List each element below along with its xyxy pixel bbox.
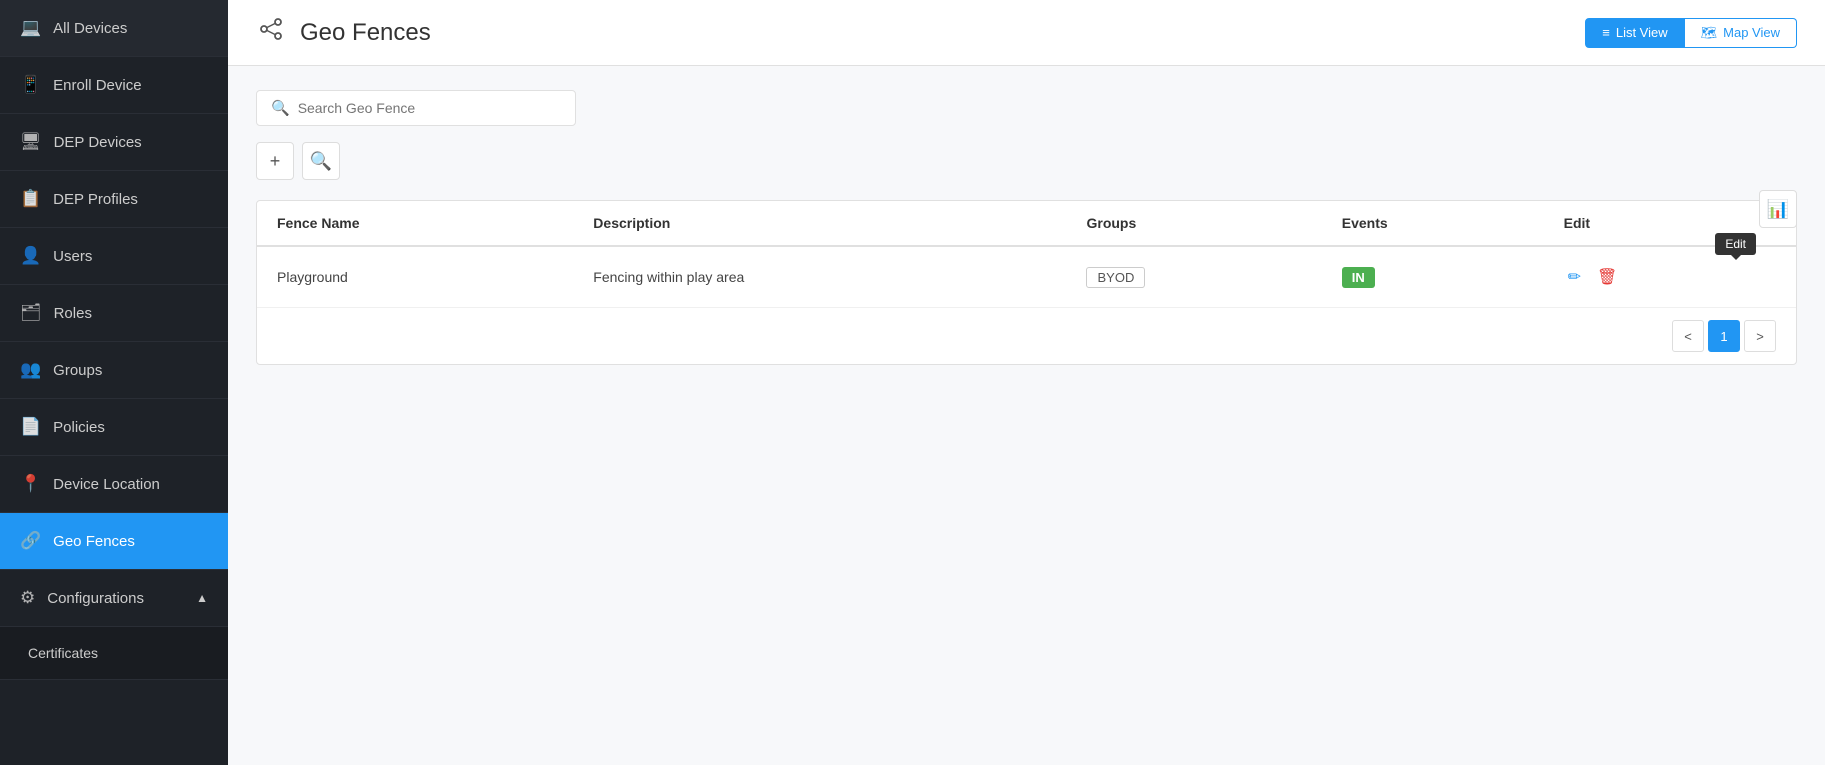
delete-button[interactable]: 🗑 — [1593, 263, 1621, 291]
sidebar-item-dep-devices[interactable]: 🖥 DEP Devices — [0, 114, 228, 171]
actions-cell: Edit ✏ 🗑 — [1544, 246, 1796, 307]
chart-icon: 📊 — [1767, 199, 1789, 220]
col-events: Events — [1322, 201, 1544, 246]
search-input[interactable] — [298, 100, 561, 116]
dep-profiles-icon: 📋 — [20, 189, 41, 209]
geo-fences-table: Fence Name Description Groups Events Edi… — [256, 200, 1797, 365]
page-1-label: 1 — [1720, 329, 1727, 344]
sidebar-item-policies[interactable]: 📄 Policies — [0, 399, 228, 456]
sidebar-item-geo-fences[interactable]: 🔗 Geo Fences — [0, 513, 228, 570]
add-button[interactable]: + — [256, 142, 294, 180]
sidebar-item-users[interactable]: 👤 Users — [0, 228, 228, 285]
description-cell: Fencing within play area — [573, 246, 1066, 307]
view-switcher: ≡ List View 🗺 Map View — [1585, 18, 1797, 48]
edit-icon: ✏ — [1568, 269, 1581, 286]
fence-name-cell: Playground — [257, 246, 573, 307]
search-button[interactable]: 🔍 — [302, 142, 340, 180]
policies-icon: 📄 — [20, 417, 41, 437]
search-icon: 🔍 — [271, 99, 290, 117]
content-area: 🔍 + 🔍 📊 Fen — [228, 66, 1825, 765]
search-bar: 🔍 — [256, 90, 576, 126]
location-icon: 📍 — [20, 474, 41, 494]
sidebar-item-dep-profiles[interactable]: 📋 DEP Profiles — [0, 171, 228, 228]
page-header: Geo Fences ≡ List View 🗺 Map View — [228, 0, 1825, 66]
col-groups: Groups — [1066, 201, 1321, 246]
table-row: Playground Fencing within play area BYOD… — [257, 246, 1796, 307]
events-cell: IN — [1322, 246, 1544, 307]
list-view-button[interactable]: ≡ List View — [1585, 18, 1684, 48]
page-title: Geo Fences — [256, 14, 431, 51]
sidebar-item-enroll-device[interactable]: 📱 Enroll Device — [0, 57, 228, 114]
next-page-button[interactable]: > — [1744, 320, 1776, 352]
sidebar-item-roles[interactable]: 🗂 Roles — [0, 285, 228, 342]
col-fence-name: Fence Name — [257, 201, 573, 246]
sidebar-item-configurations[interactable]: ⚙ Configurations ▲ — [0, 570, 228, 627]
dep-devices-icon: 🖥 — [20, 132, 42, 152]
roles-icon: 🗂 — [20, 303, 42, 323]
delete-icon: 🗑 — [1597, 269, 1617, 286]
sidebar-item-device-location[interactable]: 📍 Device Location — [0, 456, 228, 513]
next-icon: > — [1756, 329, 1764, 344]
utility-button[interactable]: 📊 — [1759, 190, 1797, 228]
byod-tag: BYOD — [1086, 267, 1145, 288]
main-content: Geo Fences ≡ List View 🗺 Map View 🔍 — [228, 0, 1825, 765]
list-icon: ≡ — [1602, 25, 1610, 40]
toolbar: + 🔍 — [256, 142, 1797, 180]
geo-fences-title-icon — [256, 14, 286, 51]
groups-cell: BYOD — [1066, 246, 1321, 307]
sidebar: 💻 All Devices 📱 Enroll Device 🖥 DEP Devi… — [0, 0, 228, 765]
sidebar-item-certificates[interactable]: Certificates — [0, 627, 228, 680]
search-btn-icon: 🔍 — [310, 151, 332, 172]
action-buttons: Edit ✏ 🗑 — [1564, 263, 1776, 291]
sidebar-item-groups[interactable]: 👥 Groups — [0, 342, 228, 399]
page-1-button[interactable]: 1 — [1708, 320, 1740, 352]
in-badge: IN — [1342, 267, 1375, 288]
map-icon: 🗺 — [1701, 25, 1718, 41]
prev-page-button[interactable]: < — [1672, 320, 1704, 352]
pagination: < 1 > — [257, 307, 1796, 364]
groups-icon: 👥 — [20, 360, 41, 380]
enroll-icon: 📱 — [20, 75, 41, 95]
devices-icon: 💻 — [20, 18, 41, 38]
prev-icon: < — [1684, 329, 1692, 344]
content-wrapper: 🔍 + 🔍 📊 Fen — [256, 90, 1797, 365]
plus-icon: + — [270, 151, 281, 172]
map-view-button[interactable]: 🗺 Map View — [1685, 18, 1797, 48]
configurations-icon: ⚙ — [20, 588, 35, 608]
sidebar-item-all-devices[interactable]: 💻 All Devices — [0, 0, 228, 57]
edit-button[interactable]: ✏ — [1564, 263, 1585, 291]
geo-fences-icon: 🔗 — [20, 531, 41, 551]
chevron-up-icon: ▲ — [196, 591, 208, 605]
users-icon: 👤 — [20, 246, 41, 266]
col-description: Description — [573, 201, 1066, 246]
